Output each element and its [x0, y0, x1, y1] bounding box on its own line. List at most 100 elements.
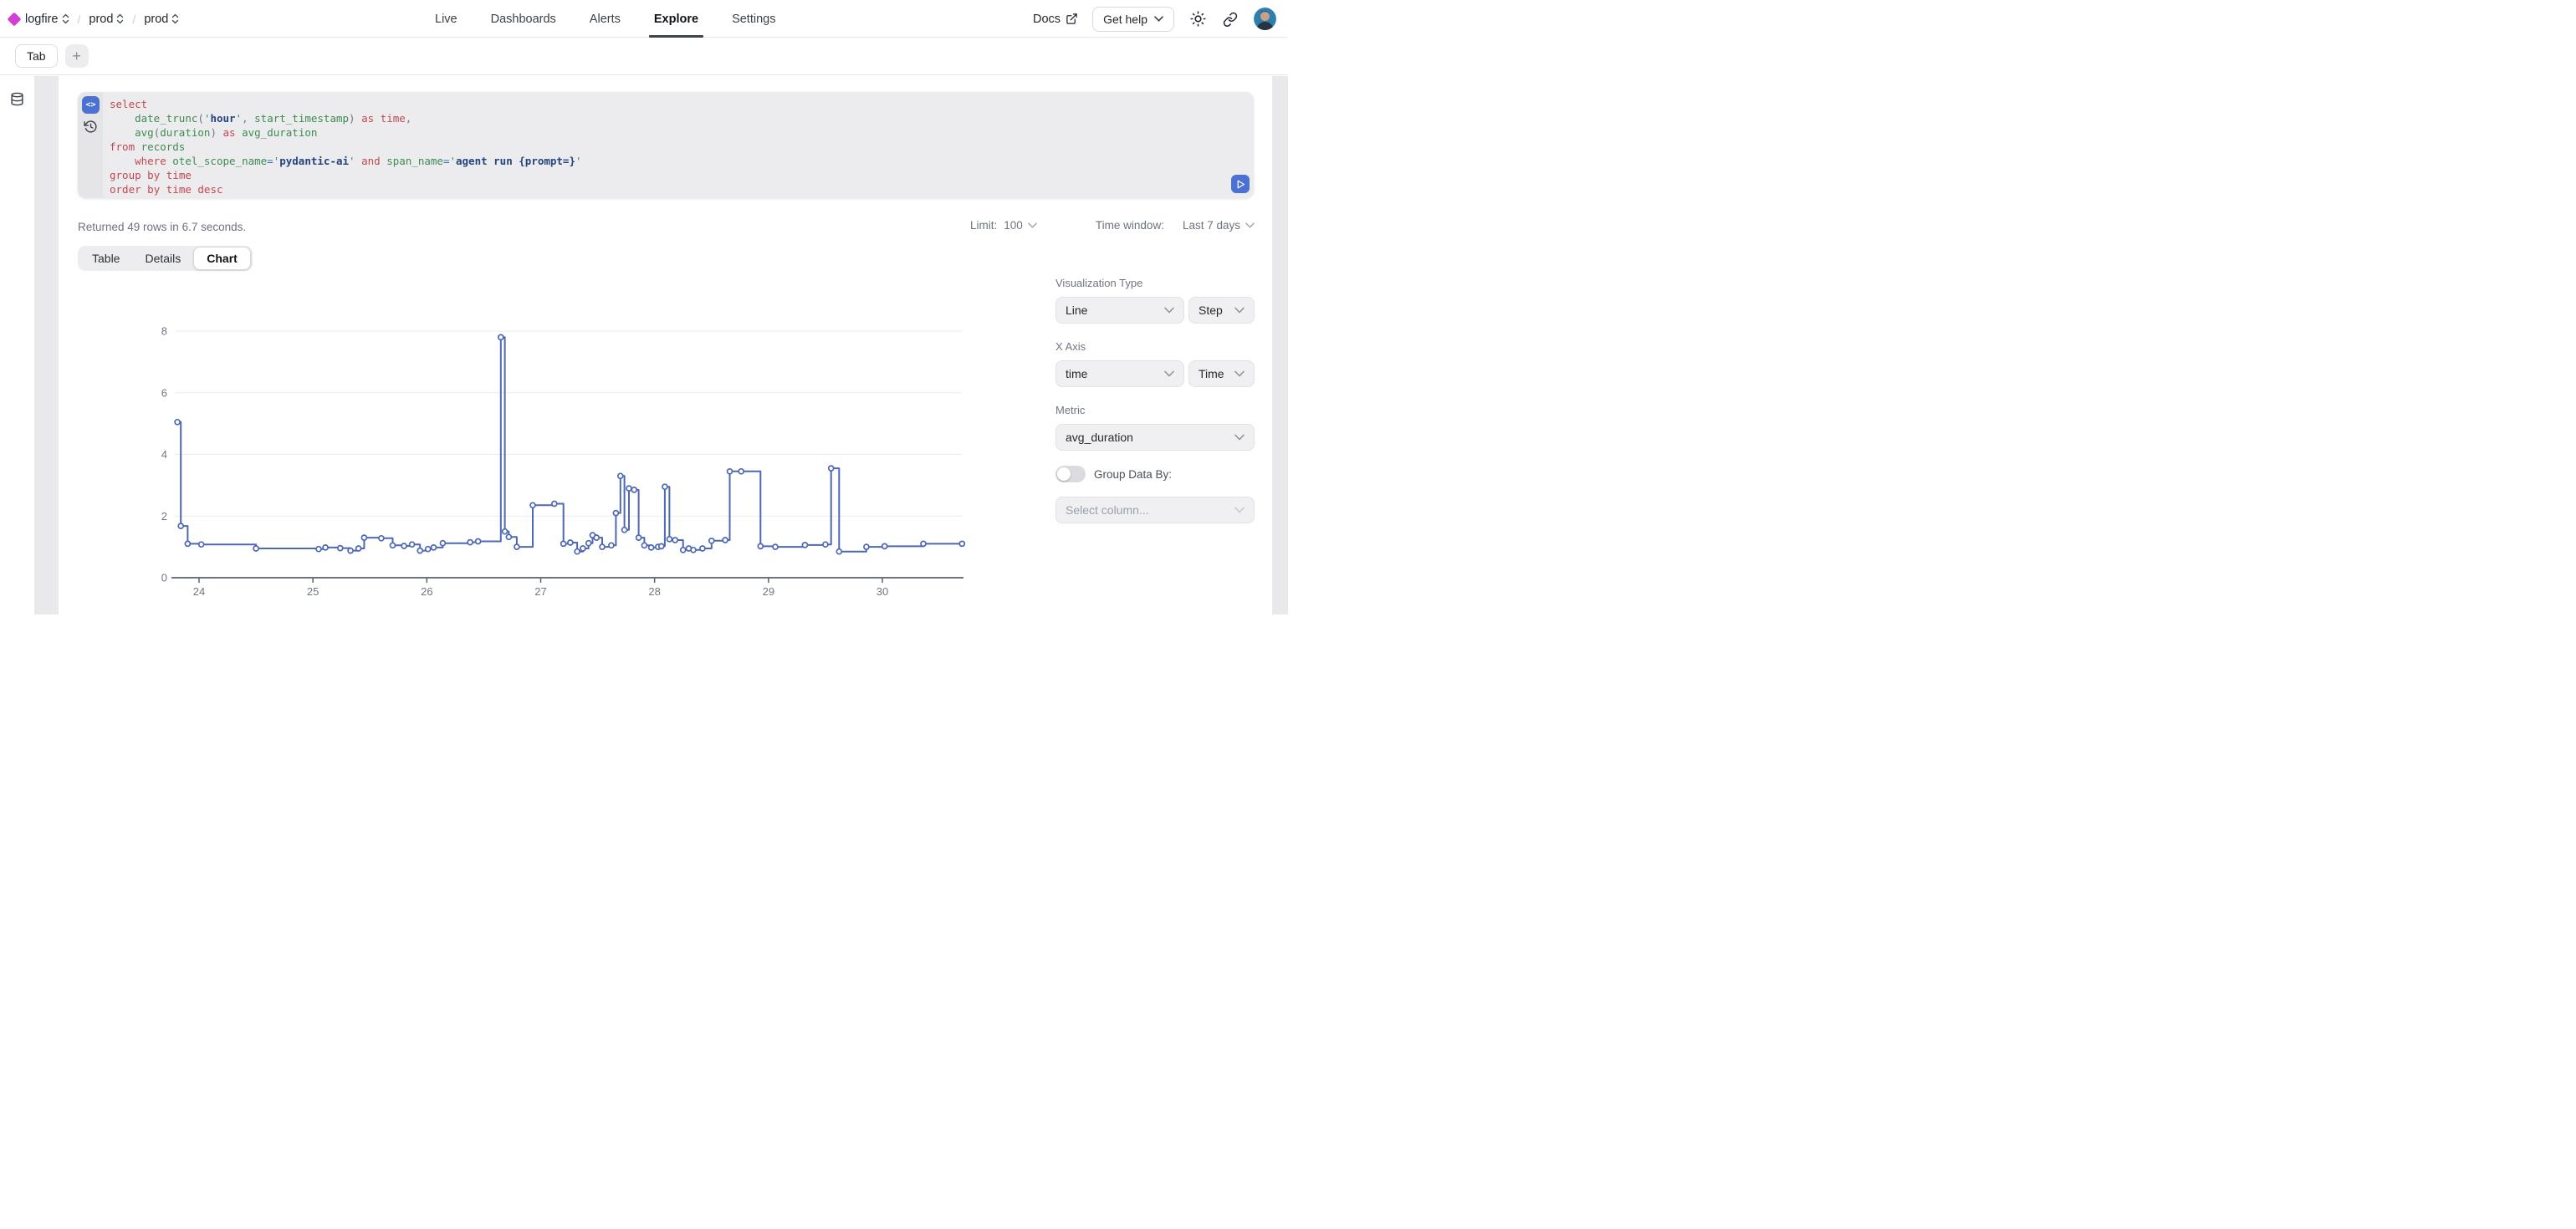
time-window-control: Time window: Last 7 days — [1096, 219, 1255, 232]
tab-chart[interactable]: Chart — [193, 247, 251, 270]
svg-text:6: 6 — [161, 386, 167, 399]
query-tab[interactable]: Tab — [15, 44, 58, 68]
limit-control: Limit: 100 — [970, 219, 1037, 232]
updown-chevron-icon — [171, 13, 179, 24]
project-name: prod — [89, 13, 113, 26]
x-axis-label: X Axis — [1055, 340, 1255, 353]
chevron-down-icon — [1234, 434, 1245, 441]
environment-name: prod — [144, 13, 168, 26]
x-axis-column-value: time — [1066, 367, 1087, 380]
query-history-button[interactable] — [83, 120, 98, 135]
top-header: logfire / prod / prod Live Dashboards Al… — [0, 0, 1288, 38]
svg-text:0: 0 — [161, 572, 167, 584]
group-data-by-label: Group Data By: — [1094, 468, 1172, 481]
updown-chevron-icon — [116, 13, 124, 24]
svg-text:24: 24 — [193, 585, 205, 598]
org-selector[interactable]: logfire — [25, 13, 69, 26]
chevron-down-icon — [1154, 16, 1163, 22]
limit-select[interactable]: 100 — [1004, 219, 1037, 232]
x-axis-column-select[interactable]: time — [1055, 360, 1184, 387]
chart-settings-panel: Visualization Type Line Step X Axis time… — [1055, 277, 1255, 523]
run-query-button[interactable] — [1231, 175, 1250, 193]
view-tabs: Table Details Chart — [78, 246, 253, 271]
chart-area: 0246824252627282930 — [142, 318, 987, 606]
svg-text:26: 26 — [421, 585, 432, 598]
get-help-label: Get help — [1103, 13, 1147, 26]
history-icon — [84, 120, 98, 134]
link-icon — [1223, 12, 1238, 27]
group-column-placeholder: Select column... — [1066, 503, 1149, 517]
docs-link[interactable]: Docs — [1033, 13, 1078, 26]
updown-chevron-icon — [62, 13, 69, 24]
chevron-down-icon — [1245, 222, 1255, 228]
time-window-select[interactable]: Last 7 days — [1183, 219, 1255, 232]
theme-toggle-button[interactable] — [1188, 10, 1207, 28]
result-summary: Returned 49 rows in 6.7 seconds. — [78, 221, 246, 233]
limit-value: 100 — [1004, 219, 1023, 232]
chevron-down-icon — [1234, 370, 1245, 377]
query-tabbar: Tab + — [0, 38, 1288, 75]
metric-value: avg_duration — [1066, 431, 1133, 444]
tab-table[interactable]: Table — [79, 246, 132, 271]
breadcrumb-separator: / — [130, 13, 138, 26]
avatar[interactable] — [1254, 8, 1276, 30]
x-axis-type-value: Time — [1199, 367, 1224, 380]
x-axis-type-select[interactable]: Time — [1188, 360, 1255, 387]
database-icon — [10, 92, 24, 106]
main-nav: Live Dashboards Alerts Explore Settings — [435, 0, 775, 38]
sql-editor: <> select date_trunc('hour', start_times… — [78, 92, 1254, 198]
share-link-button[interactable] — [1221, 10, 1239, 28]
chevron-down-icon — [1234, 307, 1245, 314]
toggle-knob — [1057, 467, 1071, 481]
code-icon: <> — [85, 100, 95, 110]
format-code-button[interactable]: <> — [82, 96, 100, 114]
visualization-style-value: Step — [1199, 303, 1223, 317]
nav-live[interactable]: Live — [435, 0, 457, 38]
schema-browser-button[interactable] — [8, 89, 26, 108]
metric-select[interactable]: avg_duration — [1055, 424, 1255, 451]
svg-text:28: 28 — [648, 585, 660, 598]
svg-text:25: 25 — [307, 585, 319, 598]
panel-resize-gutter-right[interactable] — [1272, 76, 1288, 614]
svg-text:30: 30 — [877, 585, 888, 598]
chevron-down-icon — [1164, 307, 1174, 314]
visualization-type-label: Visualization Type — [1055, 277, 1255, 289]
group-data-toggle[interactable] — [1055, 466, 1086, 482]
get-help-button[interactable]: Get help — [1092, 7, 1174, 32]
add-tab-button[interactable]: + — [65, 44, 89, 68]
tab-details[interactable]: Details — [132, 246, 193, 271]
svg-text:4: 4 — [161, 448, 167, 461]
nav-settings[interactable]: Settings — [732, 0, 775, 38]
visualization-type-select[interactable]: Line — [1055, 297, 1184, 324]
org-name: logfire — [25, 13, 59, 26]
avatar-image — [1254, 8, 1276, 30]
nav-alerts[interactable]: Alerts — [590, 0, 621, 38]
header-actions: Docs Get help — [1033, 0, 1276, 38]
play-icon — [1235, 179, 1246, 190]
visualization-style-select[interactable]: Step — [1188, 297, 1255, 324]
docs-label: Docs — [1033, 13, 1061, 26]
metric-label: Metric — [1055, 404, 1255, 416]
nav-explore[interactable]: Explore — [654, 0, 698, 38]
plus-icon: + — [72, 48, 81, 65]
sql-code-input[interactable]: select date_trunc('hour', start_timestam… — [110, 97, 1220, 195]
step-line-chart: 0246824252627282930 — [142, 318, 987, 606]
left-rail — [0, 76, 34, 614]
nav-dashboards[interactable]: Dashboards — [491, 0, 556, 38]
svg-text:29: 29 — [763, 585, 774, 598]
time-window-value: Last 7 days — [1183, 219, 1240, 232]
panel-resize-gutter-left[interactable] — [34, 76, 59, 614]
limit-label: Limit: — [970, 219, 997, 232]
result-controls: Limit: 100 Time window: Last 7 days — [970, 219, 1255, 232]
sun-icon — [1190, 11, 1206, 27]
svg-text:27: 27 — [534, 585, 546, 598]
project-selector[interactable]: prod — [89, 13, 124, 26]
chevron-down-icon — [1164, 370, 1174, 377]
svg-text:2: 2 — [161, 510, 167, 523]
group-column-select[interactable]: Select column... — [1055, 497, 1255, 523]
logfire-logo-icon — [8, 12, 22, 26]
chevron-down-icon — [1028, 222, 1037, 228]
environment-selector[interactable]: prod — [144, 13, 179, 26]
app-root: logfire / prod / prod Live Dashboards Al… — [0, 0, 1288, 614]
time-window-label: Time window: — [1096, 219, 1164, 232]
